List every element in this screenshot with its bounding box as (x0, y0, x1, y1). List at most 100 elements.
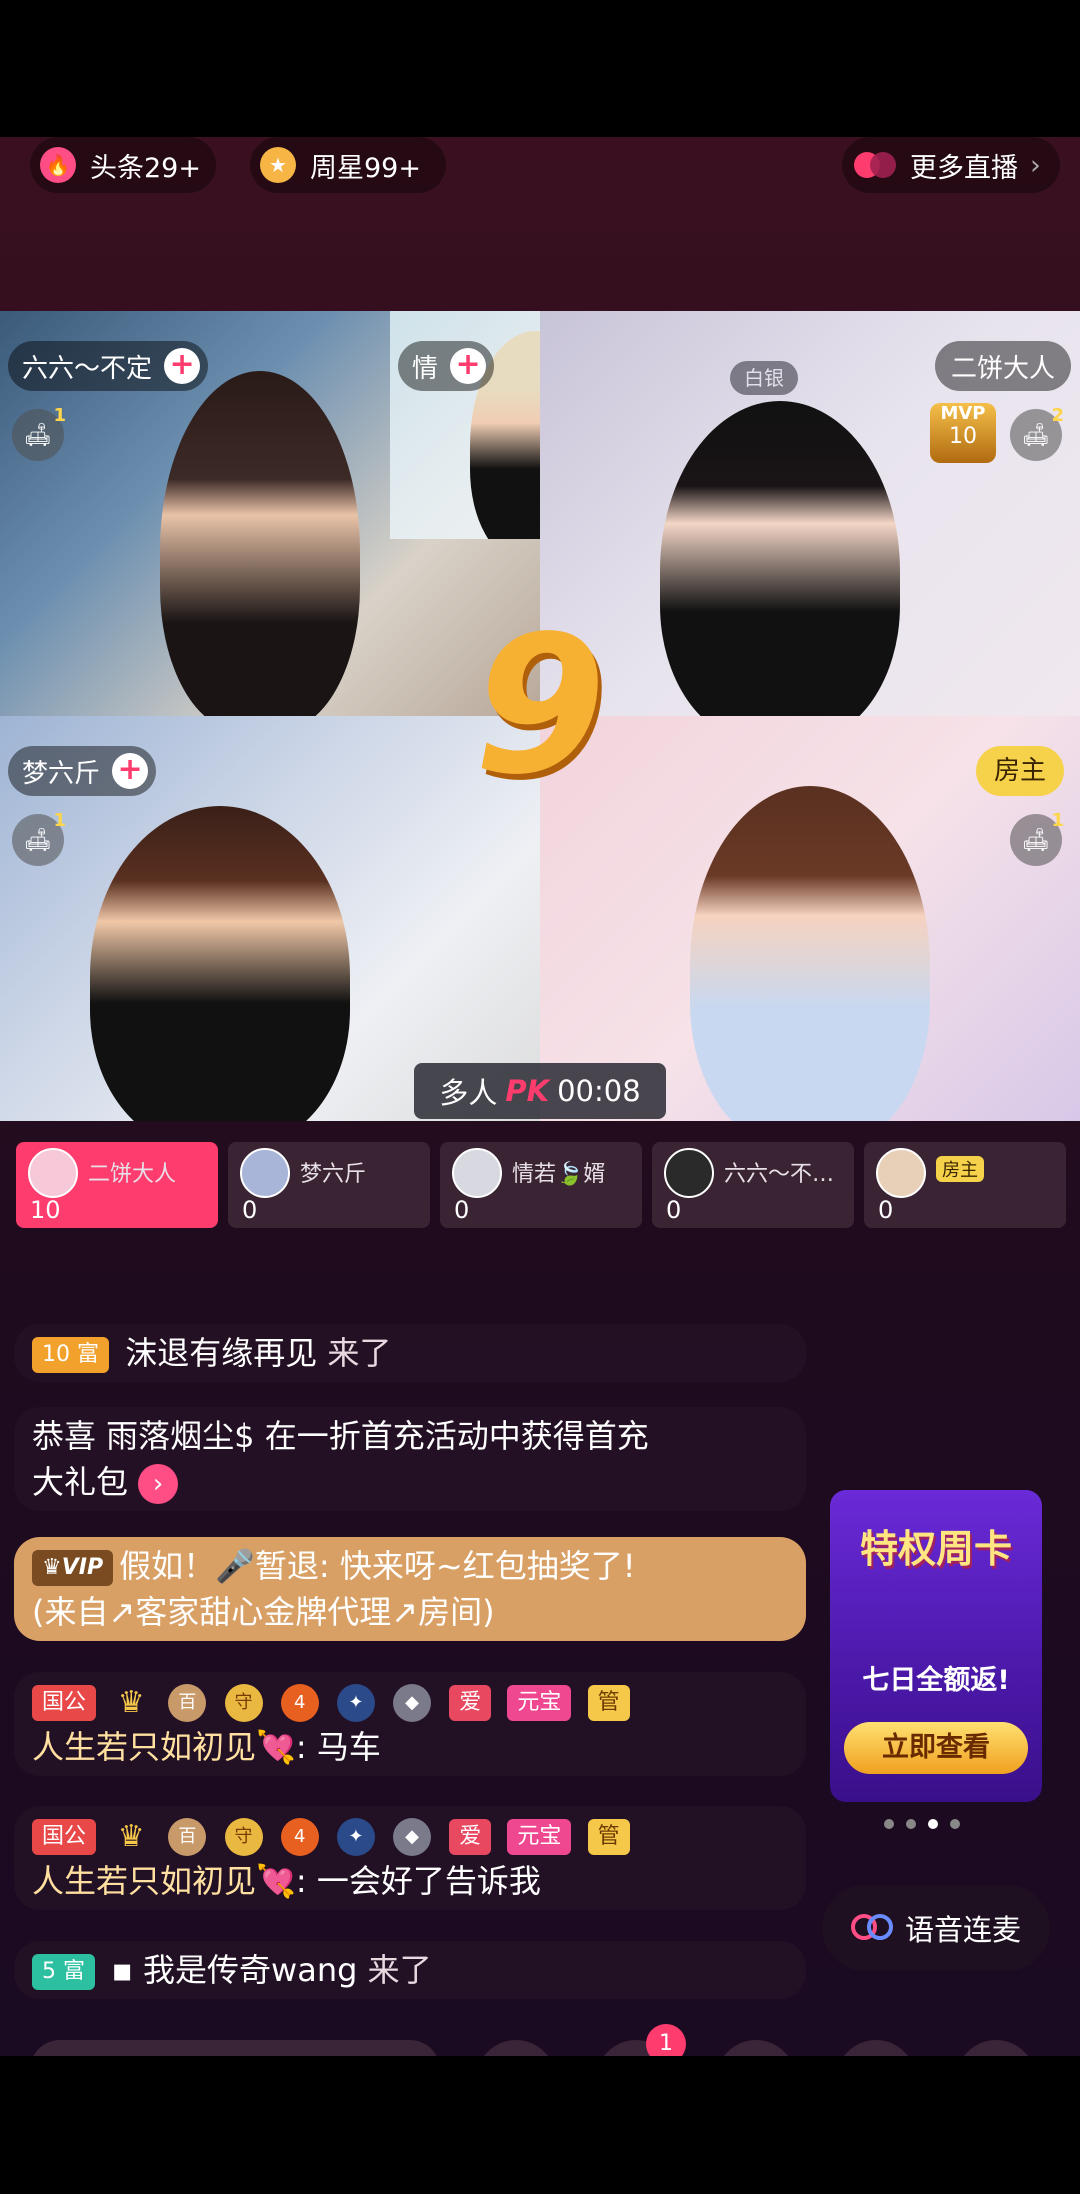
compass-icon: ✦ (336, 1684, 375, 1722)
level-number: 5 (42, 1959, 56, 1984)
streamer-video (660, 401, 900, 716)
mvp-badge: MVP 10 (930, 403, 996, 463)
status-bar-area (0, 0, 1080, 137)
countdown-number: 9 (473, 595, 607, 816)
diamond-icon: ◆ (393, 1818, 432, 1856)
streamer-name: 梦六斤 (22, 758, 101, 789)
streamer-name-pill[interactable]: 二饼大人 (935, 341, 1072, 391)
video-cell-5[interactable]: 房主 🛋 1 (540, 716, 1080, 1121)
chat-input[interactable] (30, 2040, 440, 2056)
promo-subtitle: 七日全额返! (862, 1665, 1010, 1696)
chat-text: 大礼包 (32, 1463, 129, 1501)
streamer-name-pill[interactable]: 情 + (398, 341, 495, 391)
pk-timer-bar: 多人 PK 00:08 (414, 1063, 666, 1119)
more-live-icon (854, 150, 900, 180)
chat-message[interactable]: 国公 ♛ 百 守 4 ✦ ◆ 爱 元宝 管 人生若只如初见💘: 马车 (14, 1672, 806, 1776)
chat-suffix: 来了 (367, 1951, 432, 1989)
chat-message[interactable]: 国公 ♛ 百 守 4 ✦ ◆ 爱 元宝 管 人生若只如初见💘: 一会好了告诉我 (14, 1806, 806, 1910)
pk-timer: 00:08 (557, 1074, 641, 1108)
mvp-score: 10 (949, 424, 977, 449)
sofa-icon[interactable]: 🛋 2 (1010, 405, 1064, 461)
wealth-level-badge: 10 富 (32, 1337, 110, 1373)
score-chip[interactable]: 梦六斤 0 (228, 1142, 430, 1228)
follow-plus-icon[interactable]: + (450, 348, 487, 384)
compass-icon: ✦ (336, 1818, 375, 1856)
score-name: 情若🍃婿 (512, 1162, 606, 1187)
flame-icon: 🔥 (40, 147, 76, 183)
ingot-badge: 元宝 (507, 1819, 572, 1855)
pk-label: 多人 (439, 1076, 498, 1110)
chat-text: 假如！🎤暂退: 快来呀~红包抽奖了! (119, 1547, 636, 1585)
sofa-count: 1 (53, 810, 66, 831)
more-live-label: 更多直播 (910, 152, 1018, 184)
toolbar-button[interactable] (836, 2040, 916, 2056)
host-tag: 房主 (976, 746, 1065, 796)
sofa-icon[interactable]: 🛋 1 (12, 810, 66, 866)
headlines-label: 头条29+ (90, 152, 201, 184)
video-cell-4[interactable]: 梦六斤 + 🛋 1 (0, 716, 540, 1121)
level-tag: 富 (77, 1342, 100, 1367)
streamer-video (90, 806, 350, 1121)
chat-message[interactable]: 5 富 ▪ 我是传奇wang 来了 (14, 1941, 806, 1999)
wealth-level-badge: 5 富 (32, 1954, 96, 1990)
score-chip[interactable]: 情若🍃婿 0 (440, 1142, 642, 1228)
more-live-button[interactable]: 更多直播 › (842, 137, 1060, 193)
toolbar-button[interactable] (476, 2040, 556, 2056)
chevron-right-icon: › (1030, 149, 1041, 181)
weekly-star-pill[interactable]: ★ 周星99+ (250, 137, 446, 193)
chat-text: : 马车 (295, 1728, 381, 1766)
crown-icon: ♛ (117, 1685, 145, 1720)
sofa-count: 2 (1051, 405, 1064, 426)
noble-badge: 国公 (32, 1685, 97, 1721)
score-chip[interactable]: 二饼大人 10 (16, 1142, 218, 1228)
video-cell-3[interactable]: 白银 二饼大人 MVP 10 🛋 2 (540, 311, 1080, 716)
streamer-name-pill[interactable]: 六六～不定 + (8, 341, 209, 391)
follow-plus-icon[interactable]: + (112, 753, 149, 789)
streamer-name: 六六～不定 (22, 353, 153, 384)
admin-badge: 管 (587, 1685, 630, 1721)
level-4-icon: 4 (280, 1684, 319, 1722)
headlines-pill[interactable]: 🔥 头条29+ (30, 137, 216, 193)
follow-plus-icon[interactable]: + (164, 348, 201, 384)
vip-chat-message[interactable]: ♛VIP 假如！🎤暂退: 快来呀~红包抽奖了! (来自↗客家甜心金牌代理↗房间) (14, 1537, 806, 1641)
rank-badge: 白银 (730, 361, 798, 395)
sofa-icon[interactable]: 🛋 1 (1010, 810, 1064, 866)
link-icon (850, 1914, 897, 1942)
sofa-count: 1 (1051, 810, 1064, 831)
level-4-icon: 4 (280, 1818, 319, 1856)
level-number: 10 (42, 1342, 70, 1367)
view-now-button[interactable]: 立即查看 (844, 1722, 1028, 1774)
voice-mic-label: 语音连麦 (904, 1913, 1021, 1947)
chat-message[interactable]: 10 富 沫退有缘再见 来了 (14, 1324, 806, 1382)
guard-badge: 守 (224, 1818, 263, 1856)
chat-message[interactable]: 恭喜 雨落烟尘$ 在一折首充活动中获得首充 大礼包 › (14, 1407, 806, 1511)
toolbar-button[interactable] (956, 2040, 1036, 2056)
avatar (28, 1148, 78, 1198)
score-chip[interactable]: 六六～不… 0 (652, 1142, 854, 1228)
score-value: 0 (242, 1196, 258, 1224)
pk-logo-icon: PK (505, 1074, 550, 1108)
navigation-bar-area (0, 2056, 1080, 2194)
avatar (664, 1148, 714, 1198)
crown-icon: ♛ (117, 1819, 145, 1854)
sofa-icon[interactable]: 🛋 1 (12, 405, 66, 461)
chat-text: (来自↗客家甜心金牌代理↗房间) (32, 1593, 495, 1631)
toolbar-button[interactable] (716, 2040, 796, 2056)
medal-icon: 百 (168, 1684, 207, 1722)
notification-badge: 1 (646, 2024, 686, 2056)
chat-user: 人生若只如初见💘 (32, 1728, 296, 1766)
score-chip[interactable]: 房主 0 (864, 1142, 1066, 1228)
vip-label: VIP (61, 1555, 104, 1580)
streamer-video (690, 786, 930, 1121)
streamer-name-pill[interactable]: 梦六斤 + (8, 746, 157, 796)
pk-score-strip: 二饼大人 10 梦六斤 0 情若🍃婿 0 六六～不… 0 房主 0 (0, 1130, 1080, 1234)
chevron-right-icon[interactable]: › (138, 1464, 179, 1504)
weekly-privilege-card-banner[interactable]: 特权周卡 七日全额返! 立即查看 (830, 1490, 1042, 1802)
score-value: 0 (666, 1196, 682, 1224)
score-name: 二饼大人 (88, 1162, 177, 1187)
avatar (876, 1148, 926, 1198)
score-value: 0 (454, 1196, 470, 1224)
admin-badge: 管 (587, 1819, 630, 1855)
multi-pk-video-grid: 六六～不定 + 🛋 1 情 + 白银 二饼大人 MVP 10 🛋 2 梦六斤 +… (0, 311, 1080, 1121)
voice-mic-link-button[interactable]: 语音连麦 (822, 1885, 1050, 1971)
